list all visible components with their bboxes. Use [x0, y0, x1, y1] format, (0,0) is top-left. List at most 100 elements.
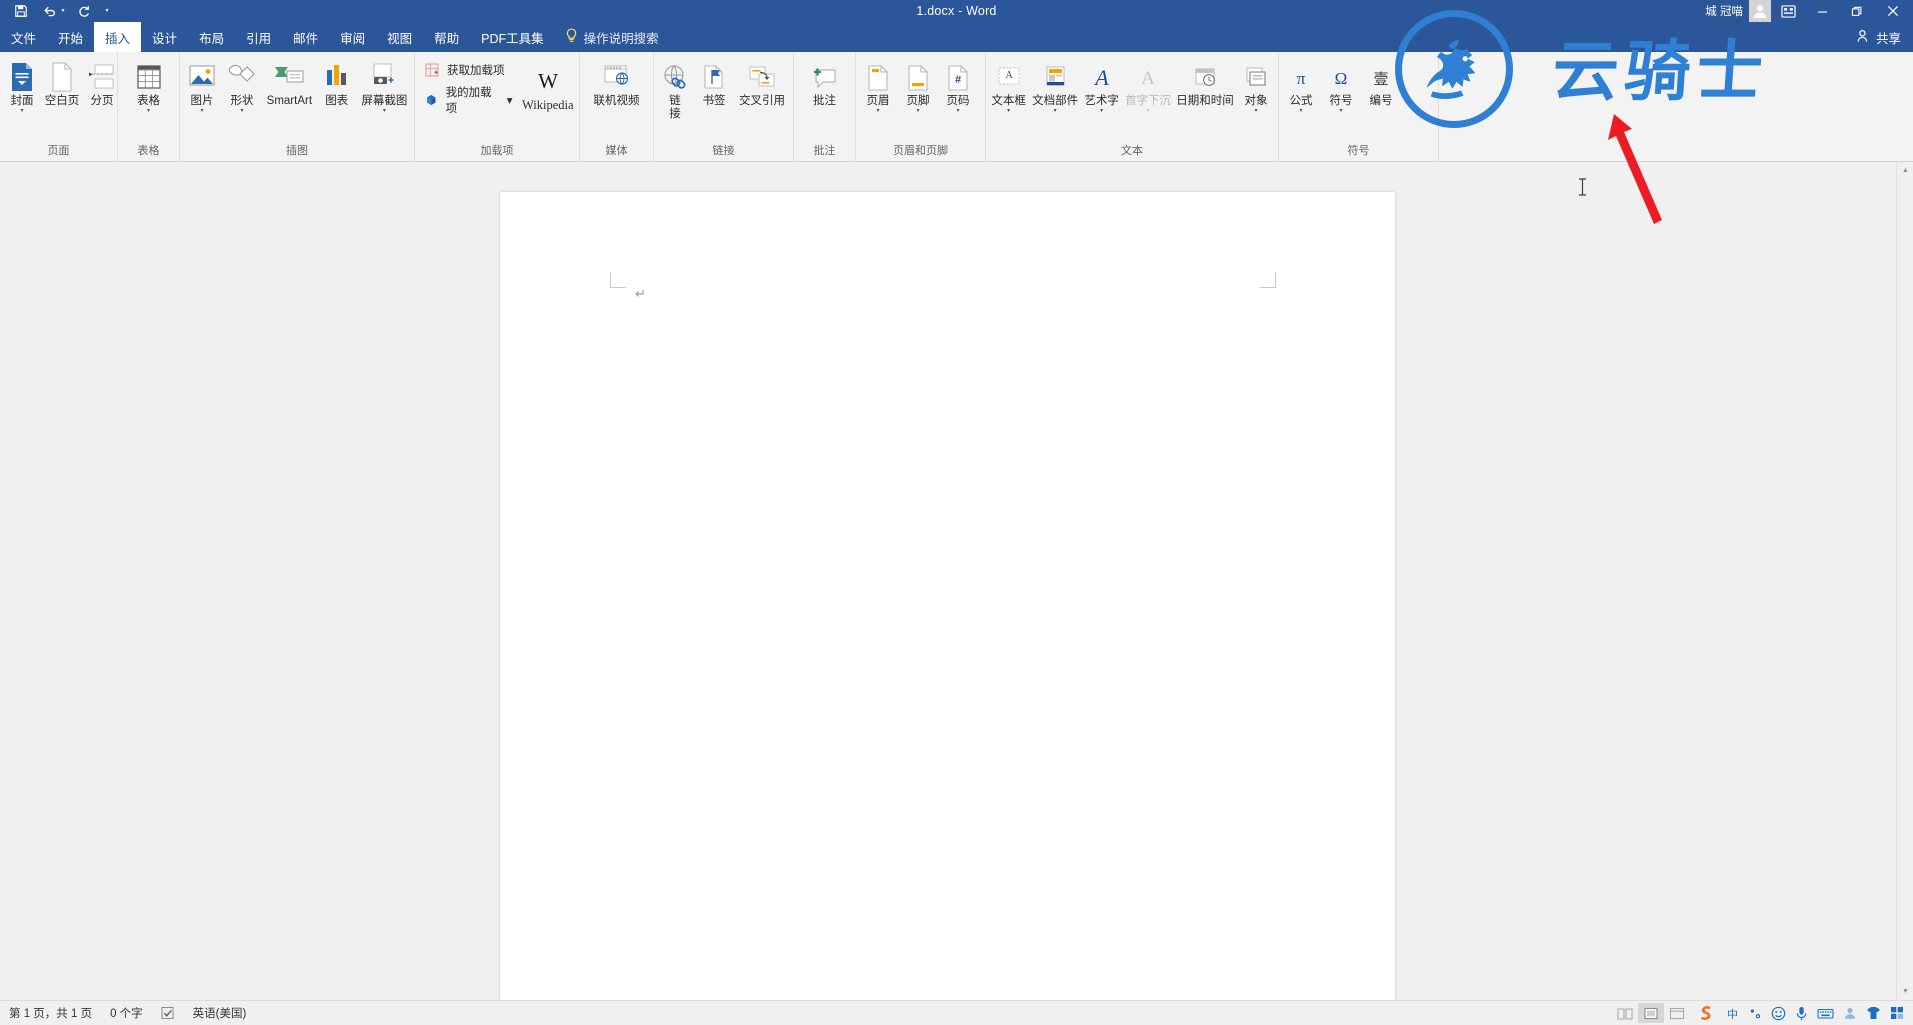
undo-dropdown-icon[interactable]: ▾: [57, 1, 69, 22]
web-layout-view-button[interactable]: [1664, 1003, 1690, 1023]
object-button[interactable]: 对象 ▾: [1236, 58, 1276, 116]
equation-dropdown-icon[interactable]: ▾: [1299, 108, 1302, 116]
blank-page-button[interactable]: 空白页: [42, 58, 82, 108]
pictures-button[interactable]: 图片 ▾: [182, 58, 222, 116]
header-dropdown-icon[interactable]: ▾: [876, 108, 879, 116]
symbol-dropdown-icon[interactable]: ▾: [1339, 108, 1342, 116]
wordart-dropdown-icon[interactable]: ▾: [1100, 108, 1103, 116]
smartart-button[interactable]: SmartArt: [262, 58, 317, 108]
online-video-button[interactable]: 联机视频: [589, 58, 645, 108]
screenshot-dropdown-icon[interactable]: ▾: [383, 108, 386, 116]
ime-toolbar: 中: [1690, 1003, 1913, 1023]
page-indicator[interactable]: 第 1 页，共 1 页: [0, 1005, 101, 1021]
tell-me-search[interactable]: 操作说明搜索: [555, 22, 669, 52]
number-button[interactable]: 壹 编号: [1361, 58, 1401, 108]
vertical-scrollbar[interactable]: ▲ ▼: [1896, 162, 1913, 1000]
read-mode-view-button[interactable]: [1612, 1003, 1638, 1023]
emoji-icon[interactable]: [1771, 1006, 1786, 1021]
drop-cap-dropdown-icon[interactable]: ▾: [1147, 108, 1150, 116]
screenshot-button[interactable]: 屏幕截图 ▾: [357, 58, 412, 116]
voice-input-icon[interactable]: [1795, 1006, 1808, 1021]
my-addins-button[interactable]: 我的加载项 ▾: [423, 84, 513, 116]
page-number-dropdown-icon[interactable]: ▾: [956, 108, 959, 116]
cross-reference-button[interactable]: 交叉引用: [734, 58, 790, 108]
account-name[interactable]: 城 冠喵: [1705, 3, 1749, 19]
scroll-down-arrow-icon[interactable]: ▼: [1897, 983, 1913, 1000]
link-button[interactable]: 链 接: [656, 58, 694, 121]
tab-file[interactable]: 文件: [0, 22, 47, 52]
share-button[interactable]: 共享: [1857, 22, 1913, 52]
tab-help[interactable]: 帮助: [423, 22, 470, 52]
pictures-dropdown-icon[interactable]: ▾: [200, 108, 203, 116]
minimize-button[interactable]: [1805, 0, 1839, 22]
text-box-button[interactable]: A 文本框 ▾: [988, 58, 1029, 116]
symbol-button[interactable]: Ω 符号 ▾: [1321, 58, 1361, 116]
tab-home[interactable]: 开始: [47, 22, 94, 52]
text-box-dropdown-icon[interactable]: ▾: [1007, 108, 1010, 116]
screenshot-label: 屏幕截图: [361, 95, 408, 107]
chinese-english-toggle-icon[interactable]: 中: [1725, 1006, 1740, 1021]
restore-button[interactable]: [1839, 0, 1873, 22]
toolbox-icon[interactable]: [1890, 1006, 1904, 1020]
redo-icon[interactable]: [69, 1, 97, 22]
language-indicator[interactable]: 英语(美国): [184, 1005, 256, 1021]
footer-button[interactable]: 页脚 ▾: [898, 58, 938, 116]
header-button[interactable]: 页眉 ▾: [858, 58, 898, 116]
table-dropdown-icon[interactable]: ▾: [147, 108, 150, 116]
tab-layout[interactable]: 布局: [188, 22, 235, 52]
table-button[interactable]: 表格 ▾: [129, 58, 169, 116]
shapes-dropdown-icon[interactable]: ▾: [240, 108, 243, 116]
equation-button[interactable]: π 公式 ▾: [1281, 58, 1321, 116]
object-dropdown-icon[interactable]: ▾: [1255, 108, 1258, 116]
my-addins-dropdown-icon[interactable]: ▾: [507, 93, 513, 107]
cover-page-button[interactable]: 封面 ▾: [2, 58, 42, 116]
get-addins-button[interactable]: 获取加载项: [423, 62, 513, 78]
date-time-button[interactable]: 日期和时间: [1174, 58, 1236, 108]
proofing-errors-icon[interactable]: [152, 1006, 184, 1020]
ribbon-display-options-icon[interactable]: [1771, 0, 1805, 22]
cross-reference-icon: [747, 60, 777, 92]
bookmark-button[interactable]: 书签: [694, 58, 734, 108]
cover-page-dropdown-icon[interactable]: ▾: [20, 108, 23, 116]
drop-cap-button[interactable]: A 首字下沉 ▾: [1122, 58, 1174, 116]
tab-references[interactable]: 引用: [235, 22, 282, 52]
punctuation-icon[interactable]: [1749, 1007, 1762, 1020]
page-break-button[interactable]: 分页: [82, 58, 122, 108]
print-layout-view-button[interactable]: [1638, 1003, 1664, 1023]
quick-parts-dropdown-icon[interactable]: ▾: [1054, 108, 1057, 116]
document-canvas[interactable]: ↵: [0, 162, 1896, 1000]
tab-review[interactable]: 审阅: [329, 22, 376, 52]
tab-mailings[interactable]: 邮件: [282, 22, 329, 52]
shapes-button[interactable]: 形状 ▾: [222, 58, 262, 116]
close-button[interactable]: [1873, 0, 1913, 22]
document-page[interactable]: ↵: [500, 192, 1395, 1000]
soft-keyboard-icon[interactable]: [1817, 1007, 1834, 1020]
tab-design[interactable]: 设计: [141, 22, 188, 52]
page-number-button[interactable]: # 页码 ▾: [938, 58, 978, 116]
skin-icon[interactable]: [1866, 1006, 1881, 1020]
picture-icon: [188, 60, 216, 92]
new-comment-button[interactable]: 批注: [805, 58, 845, 108]
online-video-label: 联机视频: [593, 95, 640, 107]
avatar[interactable]: [1749, 0, 1771, 22]
wikipedia-button[interactable]: W Wikipedia: [519, 62, 577, 112]
footer-dropdown-icon[interactable]: ▾: [916, 108, 919, 116]
customize-qat-icon[interactable]: ▾: [101, 1, 113, 22]
ribbon-group-tables-label: 表格: [137, 145, 160, 157]
word-count[interactable]: 0 个字: [101, 1005, 152, 1021]
sogou-ime-icon[interactable]: [1696, 1003, 1716, 1023]
get-addins-label: 获取加载项: [447, 65, 505, 77]
wordart-button[interactable]: A 艺术字 ▾: [1081, 58, 1122, 116]
quick-parts-button[interactable]: 文档部件 ▾: [1029, 58, 1081, 116]
ribbon-group-symbols-label: 符号: [1347, 145, 1370, 157]
ribbon-group-media: 联机视频 媒体: [580, 52, 654, 161]
scroll-up-arrow-icon[interactable]: ▲: [1897, 162, 1913, 179]
tab-insert[interactable]: 插入: [94, 22, 142, 52]
tab-view[interactable]: 视图: [376, 22, 423, 52]
svg-text:A: A: [1141, 68, 1155, 89]
tab-pdf-toolkit[interactable]: PDF工具集: [470, 22, 555, 52]
word-window: ▾ ▾ 1.docx - Word 城 冠喵 文件 开始 插入 设计 布局 引用…: [0, 0, 1913, 1025]
save-icon[interactable]: [7, 1, 35, 22]
user-icon[interactable]: [1843, 1006, 1857, 1020]
chart-button[interactable]: 图表: [317, 58, 357, 108]
